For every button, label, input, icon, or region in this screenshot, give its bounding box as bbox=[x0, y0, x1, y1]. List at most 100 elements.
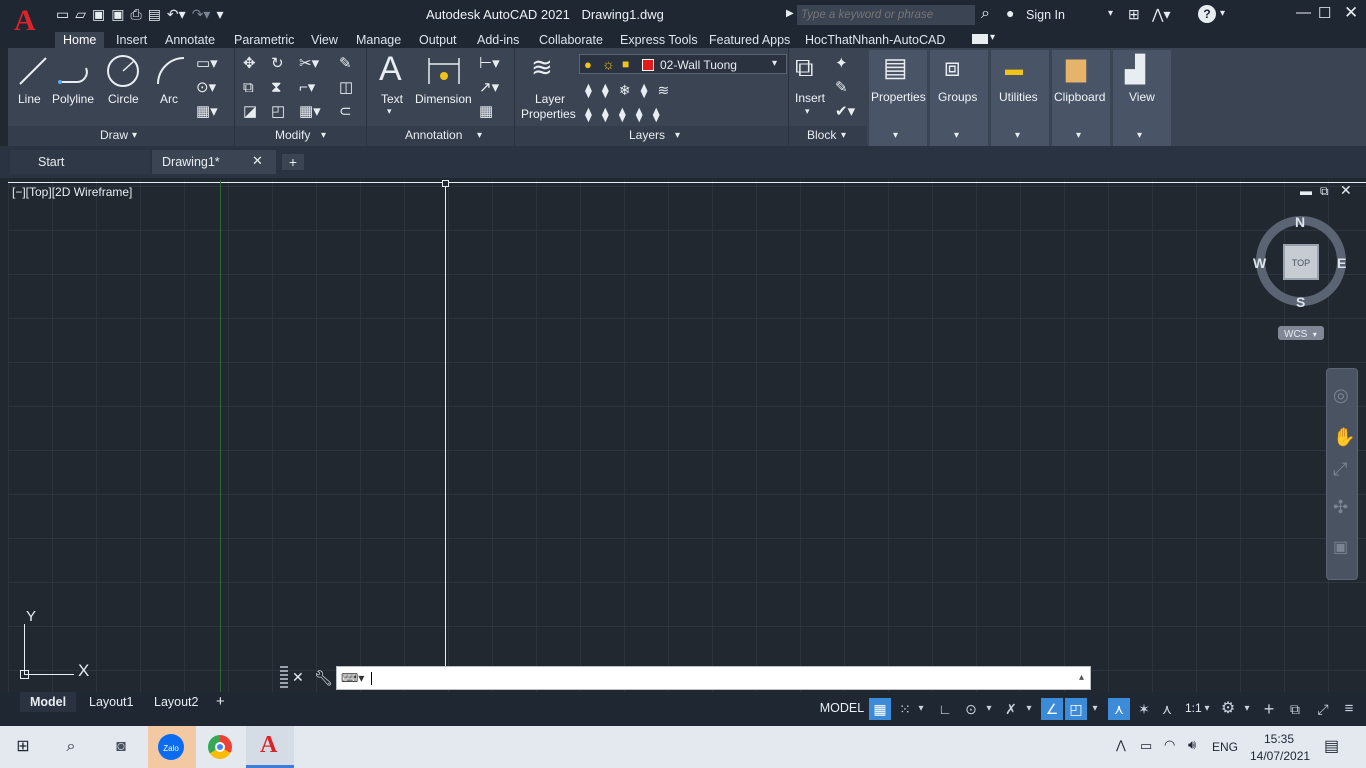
drawing-canvas[interactable]: [−][Top][2D Wireframe] ▬ ⧉ ✕ N S E W TOP… bbox=[8, 180, 1366, 692]
clipboard-panel[interactable]: ▆ Clipboard ▾ bbox=[1052, 50, 1110, 146]
drawing-tab-close-icon[interactable]: ✕ bbox=[252, 153, 263, 169]
layer-properties-button-line1[interactable]: Layer bbox=[535, 92, 565, 106]
block-panel-title[interactable]: Block bbox=[807, 128, 836, 142]
redo-icon[interactable]: ↷▾ bbox=[192, 6, 211, 24]
boundary-icon[interactable]: ▦▾ bbox=[196, 104, 218, 119]
add-layout-icon[interactable]: + bbox=[216, 693, 225, 710]
viewport-close-icon[interactable]: ✕ bbox=[1340, 182, 1352, 199]
tab-express-tools[interactable]: Express Tools bbox=[612, 32, 706, 48]
save-icon[interactable]: ▣ bbox=[92, 6, 105, 24]
taskbar-search-icon[interactable]: ⌕ bbox=[56, 733, 86, 761]
publish-icon[interactable]: ▤ bbox=[148, 6, 161, 24]
annotation-panel-title[interactable]: Annotation bbox=[405, 128, 462, 142]
layer-tool-stack-icon[interactable]: ≋ bbox=[658, 82, 670, 99]
annotation-scale-icon[interactable]: ⋏ bbox=[1156, 698, 1178, 720]
isodraft-icon[interactable]: ✗ bbox=[1000, 698, 1022, 720]
search-expand-icon[interactable]: ▶ bbox=[786, 8, 794, 19]
drawn-vertical-line[interactable] bbox=[445, 182, 446, 666]
tab-insert[interactable]: Insert bbox=[108, 32, 155, 48]
layer-tool-on-icon[interactable]: ⧫ bbox=[585, 106, 592, 123]
auto-scale-icon[interactable]: ✶ bbox=[1133, 698, 1155, 720]
layer-tool-merge-icon[interactable]: ⧫ bbox=[653, 106, 660, 123]
notifications-icon[interactable]: ▤ bbox=[1324, 736, 1339, 756]
properties-panel[interactable]: ▤ Properties ▾ bbox=[869, 50, 927, 146]
tab-manage[interactable]: Manage bbox=[348, 32, 409, 48]
insert-dropdown-icon[interactable]: ▾ bbox=[805, 106, 810, 117]
qat-dropdown-icon[interactable]: ▾ bbox=[216, 6, 223, 24]
offset-icon[interactable]: ⊂ bbox=[339, 104, 352, 119]
new-tab-icon[interactable]: + bbox=[282, 154, 304, 170]
pan-icon[interactable]: ✋ bbox=[1333, 427, 1355, 448]
steering-wheel-icon[interactable]: ◎ bbox=[1333, 385, 1349, 406]
save-as-icon[interactable]: ▣ bbox=[111, 6, 124, 24]
viewport-label[interactable]: [−][Top][2D Wireframe] bbox=[12, 185, 132, 199]
layers-panel-title[interactable]: Layers bbox=[629, 128, 665, 142]
autodesk-app-icon[interactable]: ⋀▾ bbox=[1152, 6, 1171, 23]
tab-output[interactable]: Output bbox=[411, 32, 465, 48]
edit-block-icon[interactable]: ✎ bbox=[835, 80, 848, 95]
rectangle-icon[interactable]: ▭▾ bbox=[196, 56, 218, 71]
copy-icon[interactable]: ⧉ bbox=[243, 80, 254, 95]
stretch-icon[interactable]: ◪ bbox=[243, 104, 257, 119]
windows-start-icon[interactable]: ⊞ bbox=[8, 733, 38, 761]
erase-icon[interactable]: ✎ bbox=[339, 56, 352, 71]
start-tab[interactable]: Start bbox=[10, 150, 150, 174]
hatch-icon[interactable]: ⊙▾ bbox=[196, 80, 216, 95]
open-icon[interactable]: ▱ bbox=[75, 6, 86, 24]
help-dropdown-icon[interactable]: ▾ bbox=[1220, 8, 1225, 19]
arc-button[interactable]: Arc bbox=[160, 92, 178, 106]
grid-icon[interactable]: ▦ bbox=[869, 698, 891, 720]
polar-icon[interactable]: ⊙ bbox=[960, 698, 982, 720]
clock-date[interactable]: 14/07/2021 bbox=[1250, 749, 1310, 763]
line-button[interactable]: Line bbox=[18, 92, 41, 106]
command-line-handle[interactable] bbox=[280, 666, 288, 688]
isodraft-dropdown-icon[interactable]: ▾ bbox=[1022, 698, 1036, 720]
command-prompt-icon[interactable]: ⌨▾ bbox=[341, 671, 364, 685]
create-block-icon[interactable]: ✦ bbox=[835, 56, 848, 71]
wcs-menu[interactable]: WCS ▾ bbox=[1278, 326, 1324, 340]
array-icon[interactable]: ▦▾ bbox=[299, 104, 321, 119]
tab-home[interactable]: Home bbox=[55, 32, 105, 48]
annotation-monitor-icon[interactable]: + bbox=[1258, 698, 1280, 720]
leader-icon[interactable]: ↗▾ bbox=[479, 80, 499, 95]
plot-icon[interactable]: ⎙ bbox=[130, 6, 141, 24]
tab-hocthatnhanh[interactable]: HocThatNhanh-AutoCAD bbox=[797, 32, 953, 48]
layers-expand-icon[interactable]: ▾ bbox=[675, 130, 680, 141]
snap-icon[interactable]: ⁙ bbox=[894, 698, 916, 720]
move-icon[interactable]: ✥ bbox=[243, 56, 256, 71]
groups-panel[interactable]: ⧈ Groups ▾ bbox=[930, 50, 988, 146]
trim-icon[interactable]: ✂▾ bbox=[299, 56, 319, 71]
mirror-icon[interactable]: ⧗ bbox=[271, 80, 282, 95]
layer-dropdown[interactable]: ● ☼ ■ 02-Wall Tuong ▾ bbox=[579, 54, 787, 74]
layout2-tab[interactable]: Layout2 bbox=[154, 695, 198, 709]
model-space-button[interactable]: MODEL bbox=[818, 697, 866, 719]
ribbon-minimize-dropdown-icon[interactable]: ▾ bbox=[990, 32, 995, 43]
viewcube-east[interactable]: E bbox=[1337, 255, 1346, 271]
showmotion-icon[interactable]: ▣ bbox=[1333, 537, 1348, 557]
view-panel[interactable]: ▟ View ▾ bbox=[1113, 50, 1171, 146]
layer-tool-isolate-icon[interactable]: ⧫ bbox=[602, 82, 609, 99]
scale-icon[interactable]: ◰ bbox=[271, 104, 285, 119]
close-icon[interactable]: ✕ bbox=[1344, 3, 1358, 23]
minimize-icon[interactable]: — bbox=[1296, 4, 1311, 21]
viewport-minimize-icon[interactable]: ▬ bbox=[1300, 184, 1312, 198]
line-grip[interactable] bbox=[442, 180, 449, 187]
user-icon[interactable]: ● bbox=[1006, 5, 1014, 21]
chrome-app-icon[interactable] bbox=[208, 735, 232, 759]
snap-dropdown-icon[interactable]: ▾ bbox=[914, 698, 928, 720]
viewcube-south[interactable]: S bbox=[1296, 294, 1305, 310]
workspace-gear-icon[interactable]: ⚙ bbox=[1217, 698, 1239, 720]
search-input[interactable] bbox=[797, 5, 975, 25]
layer-tool-unlock-icon[interactable]: ⧫ bbox=[636, 106, 643, 123]
maximize-icon[interactable]: ☐ bbox=[1318, 4, 1331, 22]
input-language[interactable]: ENG bbox=[1212, 740, 1238, 754]
viewcube-top-face[interactable]: TOP bbox=[1283, 244, 1319, 280]
tab-collaborate[interactable]: Collaborate bbox=[531, 32, 611, 48]
modify-panel-title[interactable]: Modify bbox=[275, 128, 310, 142]
layout1-tab[interactable]: Layout1 bbox=[89, 695, 133, 709]
polyline-button[interactable]: Polyline bbox=[52, 92, 94, 106]
layer-tool-freeze-icon[interactable]: ❄ bbox=[619, 82, 631, 99]
command-close-icon[interactable]: ✕ bbox=[292, 669, 304, 686]
help-icon[interactable]: ? bbox=[1198, 5, 1216, 23]
camera-app-icon[interactable]: ◙ bbox=[106, 733, 136, 761]
